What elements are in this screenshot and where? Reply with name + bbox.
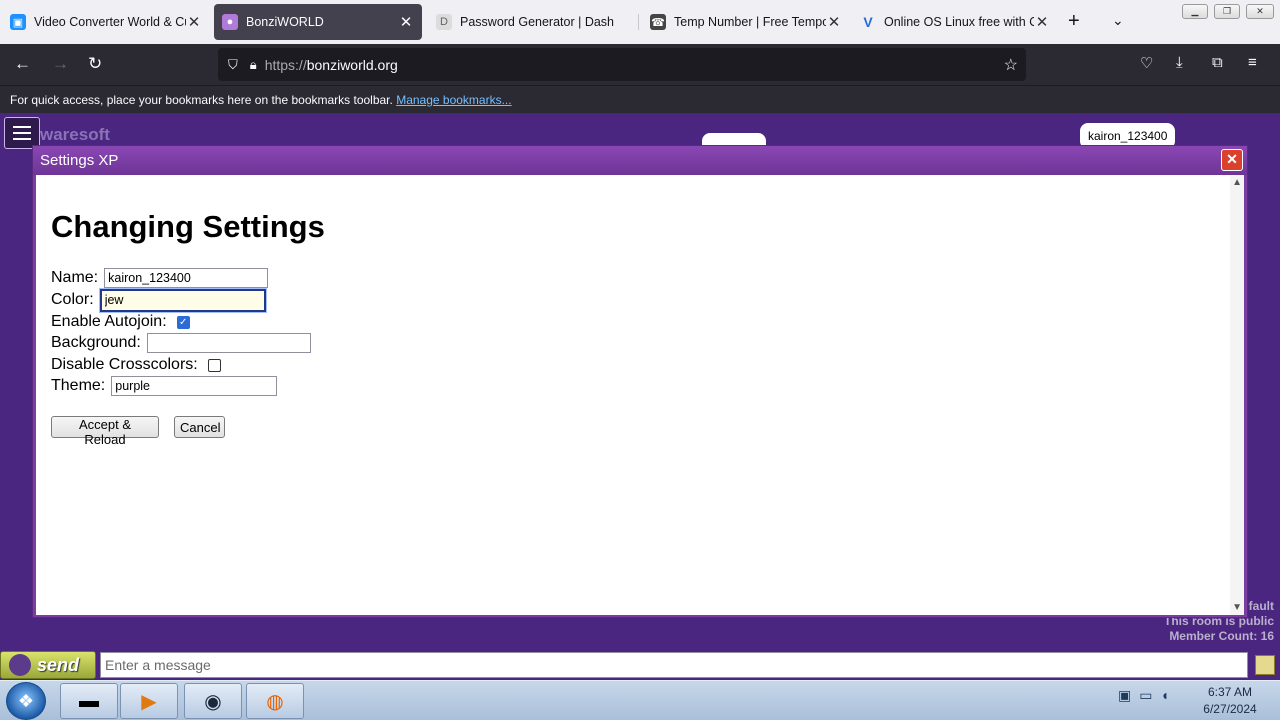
back-arrow-icon[interactable]: ←: [14, 54, 31, 74]
steam-icon[interactable]: ◉: [184, 683, 242, 719]
tab-label: BonziWORLD: [246, 15, 324, 29]
dialog-body: ▲ ▼ Changing Settings Name: Color: Enabl…: [36, 175, 1244, 615]
manage-bookmarks-link[interactable]: Manage bookmarks...: [396, 93, 511, 107]
tab-video-converter[interactable]: ▣ Video Converter World & Cu ✕: [2, 4, 210, 40]
crosscolors-checkbox[interactable]: [207, 358, 221, 372]
tab-temp-number[interactable]: ☎ Temp Number | Free Tempor ✕: [642, 4, 850, 40]
close-tab-icon[interactable]: ✕: [398, 13, 414, 31]
dialog-title: Settings XP: [40, 152, 119, 169]
crosscolors-label: Disable Crosscolors:: [51, 356, 198, 373]
member-count-text: Member Count: 16: [1169, 629, 1274, 643]
browser-nav-bar: ← → ↻ ⛉ 🔒︎ https://bonziworld.org ☆ ♡ ⤓ …: [0, 44, 1280, 85]
close-tab-icon[interactable]: ✕: [186, 13, 202, 31]
color-input[interactable]: [98, 287, 267, 313]
name-label: Name:: [51, 269, 99, 286]
linux-os-icon: V: [863, 14, 873, 30]
background-label: Background:: [51, 334, 141, 351]
chat-options-icon[interactable]: [1255, 655, 1275, 675]
name-input[interactable]: [104, 268, 269, 288]
page-title: Changing Settings: [51, 209, 325, 244]
url-text: https://bonziworld.org: [264, 56, 398, 73]
tab-label: Password Generator | Dash: [460, 15, 615, 29]
autojoin-checkbox[interactable]: ✓: [176, 315, 190, 329]
color-row: Color:: [51, 287, 267, 313]
theme-row: Theme:: [51, 376, 278, 396]
message-input[interactable]: [100, 652, 1248, 678]
bookmarks-toolbar: For quick access, place your bookmarks h…: [0, 85, 1280, 113]
bookmarks-hint-text: For quick access, place your bookmarks h…: [10, 93, 393, 107]
autojoin-label: Enable Autojoin:: [51, 313, 167, 330]
scroll-up-arrow-icon[interactable]: ▲: [1232, 177, 1242, 188]
tab-label: Online OS Linux free with On: [884, 15, 1034, 29]
volume-icon[interactable]: ◖: [1160, 687, 1168, 704]
bonzi-icon: [9, 654, 31, 676]
windows-taskbar: ❖ ▬ ▶ ◉ ◍ ▣ ▭ ◖ 6:37 AM 6/27/2024: [0, 680, 1280, 720]
dialog-scrollbar[interactable]: ▲ ▼: [1230, 175, 1244, 615]
media-player-icon[interactable]: ▶: [120, 683, 178, 719]
new-tab-icon[interactable]: +: [1068, 10, 1080, 33]
start-button[interactable]: ❖: [6, 682, 46, 720]
tab-label: Video Converter World & Cu: [34, 15, 186, 29]
forward-arrow-icon[interactable]: →: [52, 54, 69, 74]
video-converter-icon: ▣: [10, 14, 26, 30]
taskbar-clock[interactable]: 6:37 AM 6/27/2024: [1192, 684, 1268, 718]
firefox-icon[interactable]: ◍: [246, 683, 304, 719]
background-input[interactable]: [146, 333, 311, 353]
tab-password-generator[interactable]: D Password Generator | Dash: [428, 4, 636, 40]
chat-bar: send: [0, 650, 1280, 680]
tab-bonziworld[interactable]: ● BonziWORLD ✕: [214, 4, 422, 40]
network-icon[interactable]: ▭: [1139, 687, 1152, 704]
hamburger-menu-icon[interactable]: ≡: [1248, 54, 1257, 71]
tab-label: Temp Number | Free Tempor: [674, 15, 826, 29]
theme-label: Theme:: [51, 377, 106, 394]
minimize-window-icon[interactable]: ▁: [1182, 4, 1208, 19]
clock-date: 6/27/2024: [1203, 702, 1257, 716]
tray-app-icon[interactable]: ▣: [1118, 687, 1131, 704]
address-bar[interactable]: ⛉ 🔒︎ https://bonziworld.org ☆: [218, 48, 1026, 81]
watermark-text: waresoft: [40, 125, 110, 144]
terminal-icon[interactable]: ▬: [60, 683, 118, 719]
maximize-window-icon[interactable]: ❐: [1214, 4, 1240, 19]
close-window-icon[interactable]: ✕: [1246, 4, 1274, 19]
tab-online-os-linux[interactable]: V Online OS Linux free with On ✕: [852, 4, 1058, 40]
name-row: Name:: [51, 268, 269, 288]
bookmark-star-icon[interactable]: ☆: [1004, 55, 1018, 75]
reload-icon[interactable]: ↻: [88, 54, 102, 74]
temp-number-icon: ☎: [650, 14, 666, 30]
lock-icon[interactable]: 🔒︎: [250, 57, 257, 73]
send-label: send: [37, 655, 80, 675]
system-tray: ▣ ▭ ◖: [1118, 687, 1169, 704]
dialog-close-icon[interactable]: ✕: [1221, 149, 1243, 171]
extensions-icon[interactable]: ⧉: [1212, 54, 1223, 71]
background-row: Background:: [51, 333, 311, 353]
settings-dialog: Settings XP ✕ ▲ ▼ Changing Settings Name…: [32, 145, 1248, 618]
close-tab-icon[interactable]: ✕: [1034, 13, 1050, 31]
tab-separator: [638, 14, 639, 30]
browser-tab-bar: ▣ Video Converter World & Cu ✕ ● BonziWO…: [0, 0, 1280, 44]
accept-reload-button[interactable]: Accept & Reload: [51, 416, 159, 447]
autojoin-row: Enable Autojoin: ✓: [51, 312, 190, 332]
send-button[interactable]: send: [0, 651, 96, 679]
shield-icon[interactable]: ⛉: [228, 57, 238, 73]
bonzi-icon: ●: [222, 14, 238, 30]
downloads-icon[interactable]: ⤓: [1176, 54, 1183, 71]
clock-time: 6:37 AM: [1207, 685, 1253, 699]
scroll-down-arrow-icon[interactable]: ▼: [1232, 602, 1242, 613]
color-label: Color:: [51, 291, 94, 308]
tab-list-chevron-icon[interactable]: ⌄: [1112, 12, 1124, 29]
crosscolors-row: Disable Crosscolors:: [51, 355, 221, 375]
password-generator-icon: D: [436, 14, 452, 30]
pocket-icon[interactable]: ♡: [1140, 54, 1153, 72]
close-tab-icon[interactable]: ✕: [826, 13, 842, 31]
theme-input[interactable]: [111, 376, 278, 396]
cancel-button[interactable]: Cancel: [174, 416, 225, 438]
dialog-titlebar[interactable]: Settings XP ✕: [33, 146, 1247, 175]
